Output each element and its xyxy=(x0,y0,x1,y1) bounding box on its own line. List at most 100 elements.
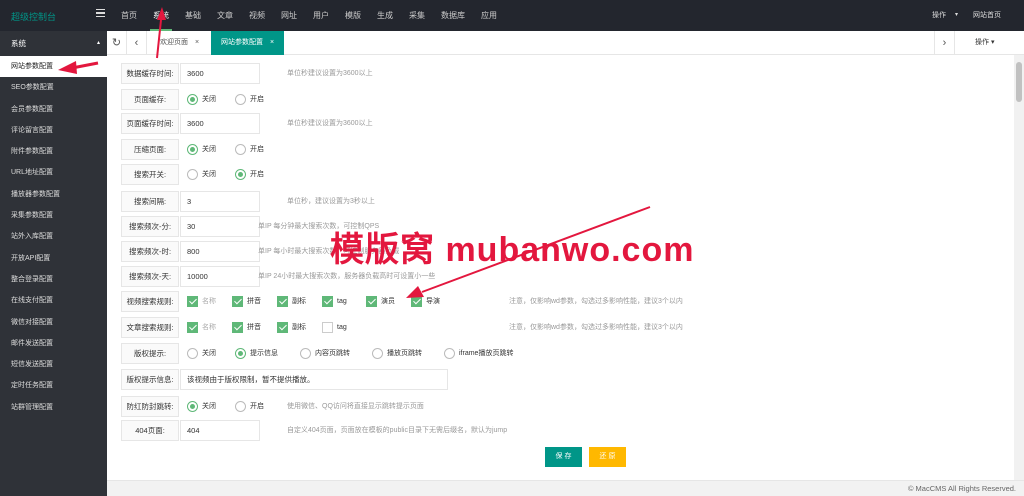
nav-user[interactable]: 用户 xyxy=(305,0,337,31)
nav-apps[interactable]: 应用 xyxy=(473,0,505,31)
sidebar-item-wechat[interactable]: 微信对接配置 xyxy=(0,312,107,333)
radio-compress-off[interactable]: 关闭 xyxy=(187,143,216,156)
checkbox-vod-subtitle[interactable]: 副标 xyxy=(277,295,306,308)
search-per-hour-input[interactable]: 800 xyxy=(180,241,260,262)
radio-copyright-detail-redirect[interactable]: 内容页跳转 xyxy=(300,347,350,360)
page-404-input[interactable]: 404 xyxy=(180,420,260,441)
field-tip: 使用微信、QQ访问将直接显示跳转提示页面 xyxy=(287,403,424,410)
scrollbar-thumb[interactable] xyxy=(1016,62,1022,102)
sidebar-item-player[interactable]: 播放器参数配置 xyxy=(0,184,107,205)
data-cache-input[interactable]: 3600 xyxy=(180,63,260,84)
radio-label: 播放页跳转 xyxy=(387,350,422,357)
nav-article[interactable]: 文章 xyxy=(209,0,241,31)
sidebar-item-comment[interactable]: 评论留言配置 xyxy=(0,120,107,141)
nav-website[interactable]: 网址 xyxy=(273,0,305,31)
top-operations-menu[interactable]: 操作 xyxy=(932,0,946,31)
sidebar-item-email[interactable]: 邮件发送配置 xyxy=(0,333,107,354)
radio-copyright-iframe-redirect[interactable]: iframe播放页跳转 xyxy=(444,347,513,360)
checkbox-label: 副标 xyxy=(292,324,306,331)
checkbox-checked-icon xyxy=(366,296,377,307)
checkbox-art-name[interactable]: 名称 xyxy=(187,321,216,334)
chevron-down-icon[interactable]: ▾ xyxy=(955,0,958,31)
chevron-left-icon[interactable]: ‹ xyxy=(127,31,147,55)
radio-page-cache-on[interactable]: 开启 xyxy=(235,93,264,106)
checkbox-checked-icon xyxy=(322,296,333,307)
checkbox-checked-icon xyxy=(232,322,243,333)
nav-database[interactable]: 数据库 xyxy=(433,0,473,31)
main-nav: 首页 系统 基础 文章 视频 网址 用户 模版 生成 采集 数据库 应用 xyxy=(113,0,505,31)
radio-icon xyxy=(372,348,383,359)
radio-icon xyxy=(235,401,246,412)
checkbox-vod-actor[interactable]: 演员 xyxy=(366,295,395,308)
radio-page-cache-off[interactable]: 关闭 xyxy=(187,93,216,106)
sidebar-item-attachment[interactable]: 附件参数配置 xyxy=(0,141,107,162)
close-icon[interactable]: × xyxy=(270,39,274,46)
radio-label: 开启 xyxy=(250,403,264,410)
sidebar-item-api[interactable]: 开放API配置 xyxy=(0,248,107,269)
nav-template[interactable]: 模版 xyxy=(337,0,369,31)
checkbox-art-pinyin[interactable]: 拼音 xyxy=(232,321,261,334)
sidebar-item-import[interactable]: 站外入库配置 xyxy=(0,226,107,247)
sidebar-item-sms[interactable]: 短信发送配置 xyxy=(0,354,107,375)
chevron-up-icon: ▴ xyxy=(96,40,100,46)
field-label: 防红防封跳转: xyxy=(121,396,179,417)
radio-copyright-message[interactable]: 提示信息 xyxy=(235,347,278,360)
nav-home[interactable]: 首页 xyxy=(113,0,145,31)
site-home-link[interactable]: 网站首页 xyxy=(973,0,1001,31)
sidebar-item-seo[interactable]: SEO参数配置 xyxy=(0,77,107,98)
copyright-text: © MacCMS All Rights Reserved. xyxy=(907,484,1016,493)
checkbox-vod-pinyin[interactable]: 拼音 xyxy=(232,295,261,308)
page-cache-time-input[interactable]: 3600 xyxy=(180,113,260,134)
checkbox-vod-tag[interactable]: tag xyxy=(322,295,347,308)
nav-generate[interactable]: 生成 xyxy=(369,0,401,31)
radio-label: 开启 xyxy=(250,96,264,103)
sidebar-group-system[interactable]: 系统 ▴ xyxy=(0,31,107,56)
nav-video[interactable]: 视频 xyxy=(241,0,273,31)
search-interval-input[interactable]: 3 xyxy=(180,191,260,212)
radio-anti-block-on[interactable]: 开启 xyxy=(235,400,264,413)
search-per-minute-input[interactable]: 30 xyxy=(180,216,260,237)
radio-search-off[interactable]: 关闭 xyxy=(187,168,216,181)
field-tip: 单位秒，建议设置为3秒以上 xyxy=(287,198,375,205)
sidebar-item-collect[interactable]: 采集参数配置 xyxy=(0,205,107,226)
field-label: 页面缓存时间: xyxy=(121,113,179,134)
sidebar-item-login[interactable]: 整合登录配置 xyxy=(0,269,107,290)
tab-site-config[interactable]: 网站参数配置 × xyxy=(211,31,284,55)
radio-copyright-play-redirect[interactable]: 播放页跳转 xyxy=(372,347,422,360)
sidebar-item-member[interactable]: 会员参数配置 xyxy=(0,99,107,120)
checkbox-art-subtitle[interactable]: 副标 xyxy=(277,321,306,334)
field-label: 视频搜索规则: xyxy=(121,291,179,312)
radio-copyright-off[interactable]: 关闭 xyxy=(187,347,216,360)
radio-compress-on[interactable]: 开启 xyxy=(235,143,264,156)
tab-operations-menu[interactable]: 操作 ▾ xyxy=(954,31,1013,55)
nav-basic[interactable]: 基础 xyxy=(177,0,209,31)
checkbox-art-tag[interactable]: tag xyxy=(322,321,347,334)
tab-welcome[interactable]: 欢迎页面 × xyxy=(150,31,212,55)
sidebar-item-site-config[interactable]: 网站参数配置 xyxy=(0,56,107,78)
field-tip: 自定义404页面，页面放在模板的public目录下无需后缀名，默认为jump xyxy=(287,427,508,434)
close-icon[interactable]: × xyxy=(195,39,199,46)
checkbox-label: 演员 xyxy=(381,298,395,305)
chevron-right-icon[interactable]: › xyxy=(934,31,954,55)
search-per-day-input[interactable]: 10000 xyxy=(180,266,260,287)
checkbox-vod-director[interactable]: 导演 xyxy=(411,295,440,308)
scrollbar[interactable] xyxy=(1014,55,1024,480)
radio-anti-block-off[interactable]: 关闭 xyxy=(187,400,216,413)
nav-collect[interactable]: 采集 xyxy=(401,0,433,31)
checkbox-checked-icon xyxy=(187,322,198,333)
menu-toggle-icon[interactable] xyxy=(96,9,105,18)
sidebar-item-payment[interactable]: 在线支付配置 xyxy=(0,290,107,311)
sidebar-item-sites[interactable]: 站群管理配置 xyxy=(0,397,107,418)
app-logo[interactable]: 超级控制台 xyxy=(11,10,56,23)
nav-system[interactable]: 系统 xyxy=(145,0,177,31)
sidebar-group-title: 系统 xyxy=(11,39,26,48)
checkbox-checked-icon xyxy=(411,296,422,307)
save-button[interactable]: 保 存 xyxy=(545,447,582,467)
sidebar-item-cron[interactable]: 定时任务配置 xyxy=(0,375,107,396)
radio-search-on[interactable]: 开启 xyxy=(235,168,264,181)
refresh-icon[interactable]: ↻ xyxy=(107,31,127,55)
sidebar-item-url[interactable]: URL地址配置 xyxy=(0,162,107,183)
reset-button[interactable]: 还 原 xyxy=(589,447,626,467)
copyright-message-input[interactable]: 该视频由于版权限制，暂不提供播放。 xyxy=(180,369,448,390)
checkbox-vod-name[interactable]: 名称 xyxy=(187,295,216,308)
